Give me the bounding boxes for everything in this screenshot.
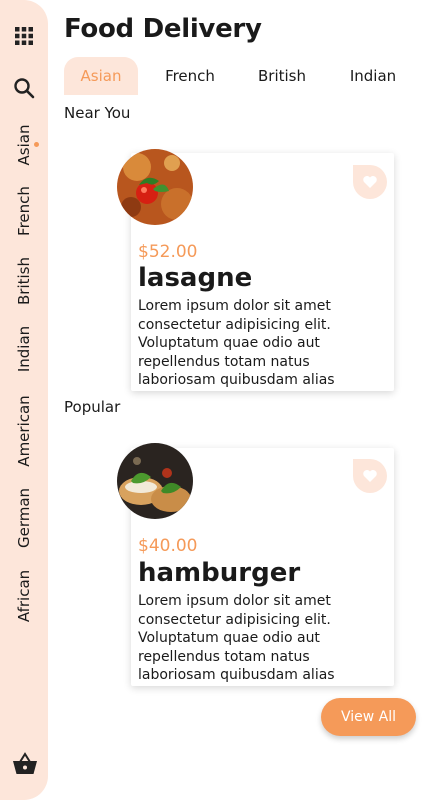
section-popular: Popular (64, 398, 121, 416)
lasagne-image (117, 149, 193, 225)
item-name: hamburger (138, 558, 301, 588)
sidebar-item-indian[interactable]: Indian (15, 326, 33, 372)
item-price: $52.00 (138, 242, 198, 262)
tab-asian[interactable]: Asian (64, 57, 138, 95)
tab-british[interactable]: British (250, 57, 314, 95)
item-description: Lorem ipsum dolor sit amet consectetur a… (138, 593, 335, 682)
active-indicator (34, 142, 39, 147)
favorite-button[interactable] (353, 459, 387, 493)
heart-icon (363, 176, 377, 188)
basket-icon[interactable] (12, 752, 38, 776)
view-all-button[interactable]: View All (321, 698, 416, 736)
item-description: Lorem ipsum dolor sit amet consectetur a… (138, 298, 335, 387)
sidebar: Asian French British Indian American Ger… (0, 0, 48, 800)
item-price: $40.00 (138, 536, 198, 556)
item-name: lasagne (138, 263, 253, 293)
favorite-button[interactable] (353, 165, 387, 199)
hamburger-image (117, 443, 193, 519)
sidebar-item-british[interactable]: British (15, 257, 33, 305)
sidebar-item-african[interactable]: African (15, 570, 33, 622)
sidebar-item-german[interactable]: German (15, 488, 33, 548)
heart-icon (363, 470, 377, 482)
grid-icon[interactable] (15, 27, 33, 45)
tab-indian[interactable]: Indian (342, 57, 404, 95)
sidebar-item-asian[interactable]: Asian (15, 125, 33, 166)
section-near-you: Near You (64, 104, 131, 122)
tab-french[interactable]: French (155, 57, 225, 95)
search-icon[interactable] (13, 77, 35, 99)
sidebar-item-french[interactable]: French (15, 186, 33, 236)
sidebar-item-american[interactable]: American (15, 395, 33, 466)
page-title: Food Delivery (64, 14, 262, 44)
